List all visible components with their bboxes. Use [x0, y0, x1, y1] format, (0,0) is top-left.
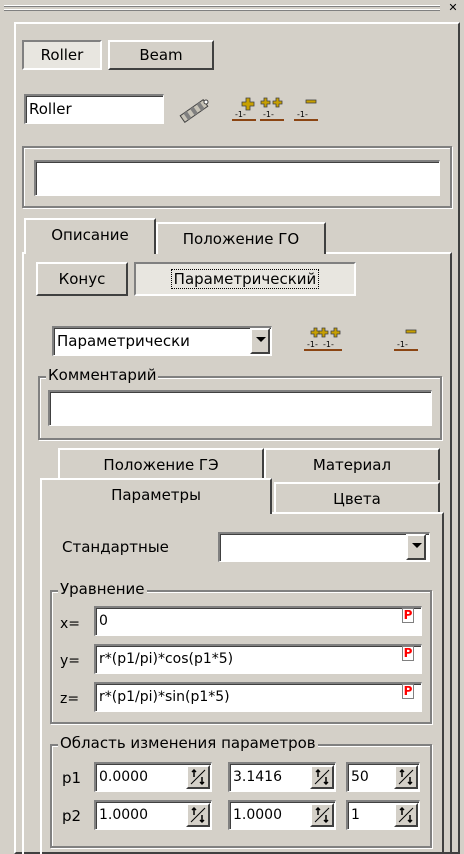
svg-text:-1-: -1-: [235, 110, 246, 119]
roller-settings-icon[interactable]: [174, 96, 214, 126]
equation-x-value: 0: [99, 613, 108, 629]
standard-select[interactable]: [218, 532, 430, 562]
equation-x-input[interactable]: 0: [94, 606, 422, 636]
tab-beam[interactable]: Beam: [108, 40, 214, 70]
svg-text:-1-: -1-: [307, 340, 318, 349]
standard-label: Стандартные: [62, 538, 169, 556]
remove-icon-2[interactable]: -1-: [392, 326, 420, 352]
shape-select-dropdown-button[interactable]: [250, 328, 270, 354]
shape-select[interactable]: Параметрически: [52, 326, 272, 356]
add-many-icon-2[interactable]: -1- -1-: [302, 326, 344, 352]
equation-z-value: r*(p1/pi)*sin(p1*5): [99, 689, 230, 705]
tab-colors-label: Цвета: [333, 490, 381, 508]
tab-parameters-label: Параметры: [111, 486, 201, 504]
equation-y-value: r*(p1/pi)*cos(p1*5): [99, 651, 234, 667]
tab-colors[interactable]: Цвета: [274, 482, 440, 514]
range-p1-label: p1: [62, 769, 82, 787]
tab-parameters[interactable]: Параметры: [40, 478, 272, 514]
p1-from-spinner[interactable]: [186, 765, 210, 789]
shape-select-value: Параметрически: [57, 332, 190, 350]
equation-z-input[interactable]: r*(p1/pi)*sin(p1*5): [94, 682, 422, 712]
p2-from-spinner[interactable]: [186, 803, 210, 827]
tab-description-label: Описание: [51, 226, 129, 244]
p2-steps-value: 1: [351, 807, 360, 823]
tab-beam-label: Beam: [139, 46, 183, 64]
p1-steps-spinner[interactable]: [394, 765, 418, 789]
parametric-button-label: Параметрический: [170, 269, 320, 289]
comment-label: Комментарий: [46, 366, 159, 384]
remove-icon[interactable]: -1-: [292, 96, 320, 122]
equation-y-input[interactable]: r*(p1/pi)*cos(p1*5): [94, 644, 422, 674]
svg-text:-1-: -1-: [397, 340, 408, 349]
p1-steps-value: 50: [351, 769, 369, 785]
tab-position-ge[interactable]: Положение ГЭ: [58, 448, 264, 480]
p1-to-spinner[interactable]: [310, 765, 334, 789]
tab-roller-label: Roller: [40, 46, 84, 64]
range-group: [50, 744, 432, 848]
name-input-value: Roller: [29, 100, 72, 118]
add-one-icon[interactable]: -1-: [230, 96, 258, 122]
range-label: Область изменения параметров: [58, 734, 318, 752]
cone-button-label: Конус: [58, 270, 106, 288]
svg-text:-1-: -1-: [297, 110, 308, 119]
standard-select-dropdown-button[interactable]: [406, 534, 426, 560]
p1-to-value: 3.1416: [233, 769, 282, 785]
p2-to-value: 1.0000: [233, 807, 282, 823]
range-p2-label: p2: [62, 807, 82, 825]
p2-to-spinner[interactable]: [310, 803, 334, 827]
comment-input[interactable]: [48, 390, 432, 426]
equation-x-label: x=: [60, 616, 81, 632]
p2-from-value: 1.0000: [99, 807, 148, 823]
tab-roller[interactable]: Roller: [22, 40, 102, 70]
description-input[interactable]: [34, 160, 440, 196]
p1-from-value: 0.0000: [99, 769, 148, 785]
equation-z-label: z=: [60, 691, 80, 707]
cone-button[interactable]: Конус: [36, 262, 128, 296]
svg-text:-1-: -1-: [323, 340, 334, 349]
add-many-icon[interactable]: -1-: [258, 96, 286, 122]
equation-y-label: y=: [60, 653, 81, 669]
parametric-button[interactable]: Параметрический: [134, 262, 356, 296]
p-marker-icon: P: [402, 684, 414, 699]
tab-position-go-label: Положение ГО: [182, 230, 300, 248]
p-marker-icon: P: [402, 608, 414, 623]
name-input[interactable]: Roller: [24, 94, 164, 124]
panel-grip-bar[interactable]: ✕: [0, 0, 464, 16]
close-icon[interactable]: ✕: [446, 2, 460, 14]
tab-position-ge-label: Положение ГЭ: [103, 456, 219, 474]
svg-text:-1-: -1-: [263, 110, 274, 119]
tab-description[interactable]: Описание: [24, 218, 156, 254]
tab-position-go[interactable]: Положение ГО: [156, 222, 326, 254]
p-marker-icon: P: [402, 646, 414, 661]
equation-label: Уравнение: [58, 580, 147, 598]
p2-steps-spinner[interactable]: [394, 803, 418, 827]
tab-material-label: Материал: [312, 456, 392, 474]
tab-material[interactable]: Материал: [264, 448, 440, 480]
